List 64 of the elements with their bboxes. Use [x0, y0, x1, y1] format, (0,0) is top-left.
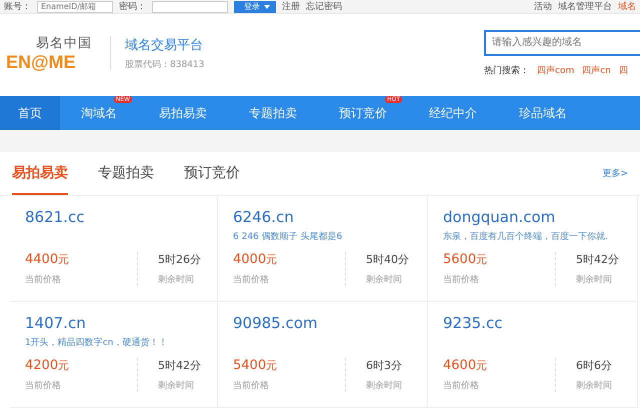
account-label: 账号：: [4, 0, 31, 13]
time-label: 剩余时间: [576, 274, 613, 286]
hot-search-link[interactable]: 四声cn: [582, 64, 611, 76]
time-label: 剩余时间: [366, 380, 403, 392]
password-field[interactable]: [152, 0, 228, 12]
current-price: 4200元: [25, 358, 70, 373]
domain-description: 1开头，精品四数字cn，硬通货！！: [25, 336, 168, 348]
login-button[interactable]: 登录: [234, 0, 276, 12]
hot-search-link[interactable]: 四声com: [537, 64, 574, 76]
remaining-time: 5时40分: [366, 252, 410, 267]
current-price: 5400元: [233, 358, 278, 373]
price-label: 当前价格: [443, 380, 480, 392]
time-label: 剩余时间: [158, 274, 195, 286]
top-link[interactable]: 域名: [618, 0, 636, 13]
register-link[interactable]: 注册: [282, 0, 300, 13]
domain-description: 6 246 偶数顺子 头尾都是6: [233, 230, 344, 242]
domain-link[interactable]: 6246.cn: [233, 208, 427, 226]
caret-icon: [264, 4, 270, 8]
nav-item[interactable]: 预订竞价: [318, 104, 408, 122]
current-price: 4000元: [233, 252, 278, 267]
nav-item[interactable]: 专题拍卖: [228, 104, 318, 122]
password-label: 密码：: [119, 0, 146, 13]
time-label: 剩余时间: [576, 380, 613, 392]
domain-description: 东泉，百度有几百个终端，百度一下你就.: [443, 230, 609, 242]
remaining-time: 5时42分: [576, 252, 620, 267]
price-label: 当前价格: [443, 274, 480, 286]
domain-link[interactable]: 8621.cc: [25, 208, 217, 226]
nav-item[interactable]: 珍品域名: [498, 104, 588, 122]
logo-text: 易名中国: [36, 34, 92, 52]
current-price: 4600元: [443, 358, 488, 373]
tab[interactable]: 易拍易卖: [12, 152, 68, 195]
time-label: 剩余时间: [366, 274, 403, 286]
remaining-time: 6时3分: [366, 358, 403, 373]
logo-wordmark: EN@ME: [6, 52, 76, 72]
account-field[interactable]: EnameID/邮箱: [37, 0, 113, 12]
time-label: 剩余时间: [158, 380, 195, 392]
remaining-time: 5时26分: [158, 252, 202, 267]
hot-search-label: 热门搜索：: [484, 64, 529, 76]
search-field[interactable]: 请输入感兴趣的域名: [484, 30, 640, 56]
stock-code: 股票代码：838413: [125, 58, 204, 70]
tab[interactable]: 预订竞价: [184, 152, 240, 195]
price-label: 当前价格: [25, 380, 62, 392]
top-link[interactable]: 域名管理平台: [558, 0, 612, 13]
domain-link[interactable]: 9235.cc: [443, 314, 637, 332]
domain-link[interactable]: dongquan.com: [443, 208, 637, 226]
nav-item[interactable]: 易拍易卖: [138, 104, 228, 122]
nav-item[interactable]: 淘域名: [60, 104, 138, 122]
platform-title: 域名交易平台: [125, 36, 204, 54]
price-label: 当前价格: [233, 274, 270, 286]
top-link[interactable]: 活动: [534, 0, 552, 13]
remaining-time: 5时42分: [158, 358, 202, 373]
nav-item[interactable]: 经纪中介: [408, 104, 498, 122]
domain-link[interactable]: 90985.com: [233, 314, 427, 332]
remaining-time: 6时6分: [576, 358, 613, 373]
domain-link[interactable]: 1407.cn: [25, 314, 217, 332]
hot-search-link[interactable]: 四: [618, 64, 628, 76]
tab[interactable]: 专题拍卖: [98, 152, 154, 195]
current-price: 4400元: [25, 252, 70, 267]
nav-item[interactable]: 首页: [0, 96, 60, 130]
current-price: 5600元: [443, 252, 488, 267]
more-link[interactable]: 更多>: [602, 167, 628, 180]
price-label: 当前价格: [233, 380, 270, 392]
forgot-password-link[interactable]: 忘记密码: [306, 0, 342, 13]
price-label: 当前价格: [25, 274, 62, 286]
